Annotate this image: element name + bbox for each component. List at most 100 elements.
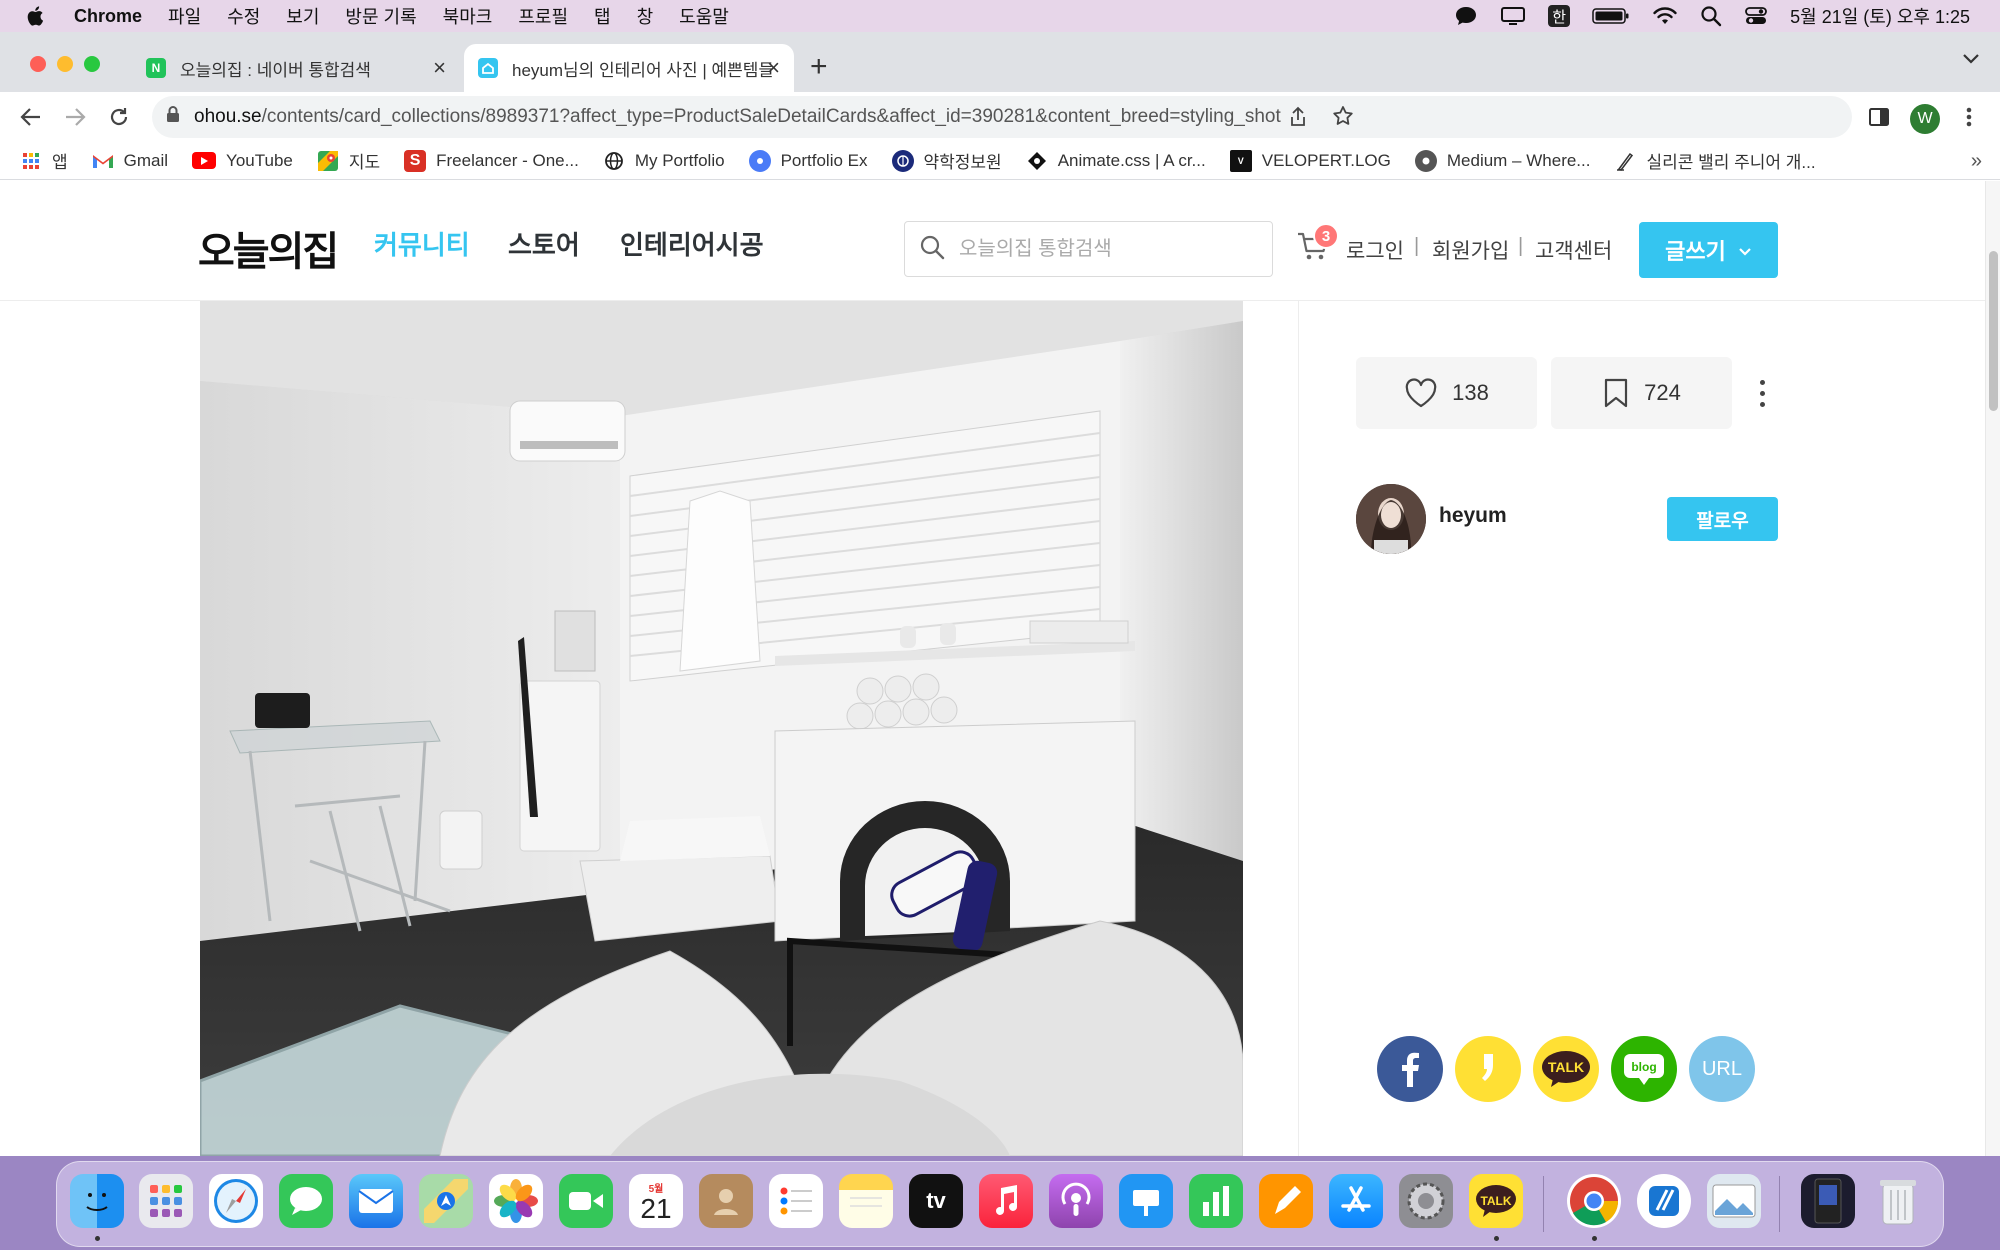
bookmark-youtube[interactable]: YouTube xyxy=(192,151,293,171)
window-zoom-button[interactable] xyxy=(84,56,100,72)
login-link[interactable]: 로그인 xyxy=(1346,235,1404,265)
profile-avatar[interactable]: W xyxy=(1910,104,1940,134)
system-preferences-icon[interactable] xyxy=(1399,1174,1453,1228)
scrollbar-thumb[interactable] xyxy=(1989,251,1998,411)
bookmark-freelancer[interactable]: S Freelancer - One... xyxy=(404,149,579,172)
finder-icon[interactable] xyxy=(70,1174,124,1228)
downloads-stack-icon[interactable] xyxy=(1801,1174,1855,1228)
more-options-icon[interactable] xyxy=(1750,371,1774,415)
share-url-button[interactable]: URL xyxy=(1689,1036,1755,1102)
avatar[interactable] xyxy=(1356,484,1426,554)
display-status-icon[interactable] xyxy=(1500,5,1526,27)
messages-status-icon[interactable] xyxy=(1454,5,1478,27)
like-button[interactable]: 138 xyxy=(1356,357,1537,429)
battery-icon[interactable] xyxy=(1592,6,1630,26)
menubar-clock[interactable]: 5월 21일 (토) 오후 1:25 xyxy=(1790,3,1970,29)
nav-community[interactable]: 커뮤니티 xyxy=(374,225,470,262)
nav-interior-construction[interactable]: 인테리어시공 xyxy=(620,225,764,262)
calendar-icon[interactable]: 5월 21 xyxy=(629,1174,683,1228)
menu-edit[interactable]: 수정 xyxy=(227,3,260,29)
author-username[interactable]: heyum xyxy=(1439,504,1507,528)
kakaotalk-app-icon[interactable]: TALK xyxy=(1469,1174,1523,1228)
forward-arrow-icon[interactable] xyxy=(62,104,88,130)
signup-link[interactable]: 회원가입 xyxy=(1432,235,1509,265)
site-search-box[interactable] xyxy=(904,221,1273,277)
spotlight-search-icon[interactable] xyxy=(1700,5,1722,27)
bookmark-animate-css[interactable]: Animate.css | A cr... xyxy=(1026,150,1206,172)
keynote-icon[interactable] xyxy=(1119,1174,1173,1228)
share-facebook-button[interactable] xyxy=(1377,1036,1443,1102)
menu-view[interactable]: 보기 xyxy=(286,3,319,29)
bookmarks-overflow-icon[interactable]: » xyxy=(1971,150,1982,173)
launchpad-icon[interactable] xyxy=(139,1174,193,1228)
share-kakaotalk-button[interactable]: TALK xyxy=(1533,1036,1599,1102)
numbers-icon[interactable] xyxy=(1189,1174,1243,1228)
nav-store[interactable]: 스토어 xyxy=(508,225,580,262)
apple-menu-icon[interactable] xyxy=(24,4,48,28)
chrome-icon[interactable] xyxy=(1567,1174,1621,1228)
bookmark-gmail[interactable]: Gmail xyxy=(92,150,168,172)
chrome-menu-icon[interactable] xyxy=(1956,104,1982,130)
follow-button[interactable]: 팔로우 xyxy=(1667,497,1778,541)
podcasts-icon[interactable] xyxy=(1049,1174,1103,1228)
bookmark-apps[interactable]: 앱 xyxy=(20,148,68,173)
safari-icon[interactable] xyxy=(209,1174,263,1228)
bookmark-star-icon[interactable] xyxy=(1332,105,1354,133)
photos-icon[interactable] xyxy=(489,1174,543,1228)
close-icon[interactable]: × xyxy=(767,55,780,81)
scrap-button[interactable]: 724 xyxy=(1551,357,1732,429)
menu-history[interactable]: 방문 기록 xyxy=(345,3,416,29)
contacts-icon[interactable] xyxy=(699,1174,753,1228)
site-logo[interactable]: 오늘의집 xyxy=(198,219,339,277)
input-method-icon[interactable]: 한 xyxy=(1548,5,1571,27)
bookmark-velopert[interactable]: V VELOPERT.LOG xyxy=(1229,149,1391,172)
apple-tv-icon[interactable]: tv xyxy=(909,1174,963,1228)
site-search-input[interactable] xyxy=(959,237,1259,261)
side-panel-icon[interactable] xyxy=(1866,104,1892,130)
menu-window[interactable]: 창 xyxy=(637,3,654,29)
address-bar[interactable]: ohou.se /contents/card_collections/89893… xyxy=(152,96,1852,138)
bookmark-portfolio-ex[interactable]: Portfolio Ex xyxy=(748,149,868,172)
share-naver-blog-button[interactable]: blog xyxy=(1611,1036,1677,1102)
bookmark-silicon-valley[interactable]: 실리콘 밸리 주니어 개... xyxy=(1614,148,1816,173)
write-button[interactable]: 글쓰기 xyxy=(1639,222,1778,278)
new-tab-plus-icon[interactable]: + xyxy=(810,50,828,84)
mail-icon[interactable] xyxy=(349,1174,403,1228)
menu-tab[interactable]: 탭 xyxy=(594,3,611,29)
share-page-icon[interactable] xyxy=(1288,106,1308,134)
share-kakaostory-button[interactable] xyxy=(1455,1036,1521,1102)
reload-icon[interactable] xyxy=(106,104,132,130)
bookmark-pharm[interactable]: 약학정보원 xyxy=(891,148,1002,173)
xcode-icon[interactable] xyxy=(1637,1174,1691,1228)
maps-app-icon[interactable] xyxy=(419,1174,473,1228)
reminders-icon[interactable] xyxy=(769,1174,823,1228)
menu-app-name[interactable]: Chrome xyxy=(74,6,142,27)
lock-icon[interactable] xyxy=(166,105,180,129)
close-icon[interactable]: × xyxy=(433,55,446,81)
bookmark-medium[interactable]: Medium – Where... xyxy=(1414,149,1590,172)
notes-icon[interactable] xyxy=(839,1174,893,1228)
preview-icon[interactable] xyxy=(1707,1174,1761,1228)
music-icon[interactable] xyxy=(979,1174,1033,1228)
menu-help[interactable]: 도움말 xyxy=(679,3,729,29)
menu-file[interactable]: 파일 xyxy=(168,3,201,29)
messages-icon[interactable] xyxy=(279,1174,333,1228)
customer-center-link[interactable]: 고객센터 xyxy=(1535,235,1612,265)
window-minimize-button[interactable] xyxy=(57,56,73,72)
tab-search-chevron-icon[interactable] xyxy=(1962,52,1980,70)
back-arrow-icon[interactable] xyxy=(18,104,44,130)
trash-icon[interactable] xyxy=(1871,1174,1925,1228)
menu-bookmarks[interactable]: 북마크 xyxy=(443,3,493,29)
tab-heyum-interior[interactable]: heyum님의 인테리어 사진 | 예쁜템들 × xyxy=(464,44,794,92)
wifi-icon[interactable] xyxy=(1652,6,1678,26)
control-center-icon[interactable] xyxy=(1744,5,1768,27)
facetime-icon[interactable] xyxy=(559,1174,613,1228)
window-close-button[interactable] xyxy=(30,56,46,72)
interior-photo[interactable] xyxy=(200,301,1243,1156)
app-store-icon[interactable] xyxy=(1329,1174,1383,1228)
menu-profiles[interactable]: 프로필 xyxy=(518,3,568,29)
bookmark-maps[interactable]: 지도 xyxy=(317,148,380,173)
page-scrollbar[interactable] xyxy=(1985,181,2000,1156)
bookmark-my-portfolio[interactable]: My Portfolio xyxy=(603,150,725,172)
pages-icon[interactable] xyxy=(1259,1174,1313,1228)
